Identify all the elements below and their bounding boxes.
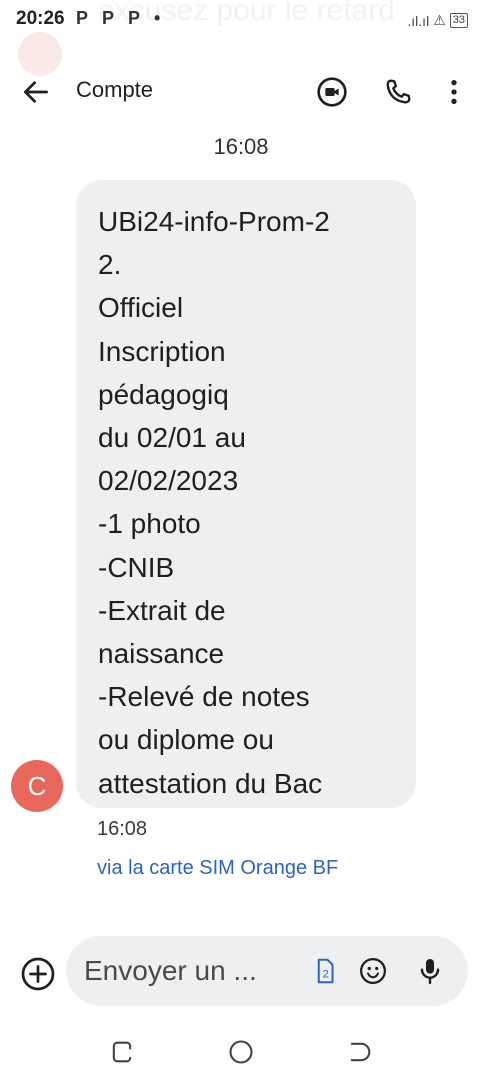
message-line: UBi24-info-Prom-2 — [98, 206, 330, 237]
message-line: naissance — [98, 638, 225, 670]
app-bar: Compte — [0, 64, 482, 120]
emoji-button[interactable] — [358, 956, 388, 986]
status-app-icons: P P P • — [76, 8, 160, 29]
status-app-icon: • — [154, 8, 161, 28]
message-time: 16:08 — [97, 818, 148, 840]
sim-card-icon: 2 — [317, 958, 334, 984]
video-call-button[interactable] — [316, 76, 348, 108]
message-line: 02/02/2023 — [98, 465, 239, 497]
compose-bar: 2 — [66, 936, 468, 1006]
back-button[interactable] — [20, 76, 52, 108]
nav-home-button[interactable] — [227, 1038, 255, 1066]
conversation-timestamp: 16:08 — [213, 134, 269, 159]
home-circle-icon — [229, 1040, 253, 1064]
sender-avatar[interactable]: C — [11, 760, 63, 812]
phone-icon — [386, 79, 411, 104]
message-line: 2. — [98, 249, 122, 281]
page-title: Compte — [76, 77, 154, 102]
nav-back-button[interactable] — [346, 1038, 374, 1066]
back-curve-icon — [350, 1042, 371, 1062]
arrow-left-icon — [24, 81, 48, 103]
message-line: Officiel — [98, 292, 184, 324]
message-line: attestation du Bac — [98, 767, 323, 799]
microphone-icon — [420, 959, 440, 985]
message-line: -Extrait de — [98, 594, 226, 626]
sim-number: 2 — [322, 968, 328, 980]
status-bar: excusez pour le retard 20:26 P P P • .ıl… — [0, 0, 482, 76]
message-line: pédagogiq — [98, 378, 229, 410]
message-line: -Relevé de notes — [98, 681, 310, 713]
navigation-bar — [0, 1026, 482, 1080]
status-time: 20:26 — [16, 8, 65, 29]
emoji-icon — [360, 958, 386, 984]
more-vertical-icon — [451, 80, 457, 104]
message-text: UBi24-info-Prom-2 2. Officiel Inscriptio… — [98, 200, 410, 805]
sim-select-button[interactable]: 2 — [310, 956, 340, 986]
message-line: du 02/01 au — [98, 422, 246, 454]
plus-circle-icon — [21, 957, 55, 991]
more-options-button[interactable] — [438, 76, 470, 108]
message-line: ou diplome ou — [98, 724, 274, 756]
voice-button[interactable] — [414, 954, 446, 988]
message-input[interactable] — [84, 954, 294, 988]
status-app-icon: P — [102, 8, 115, 28]
alert-icon: ⚠ — [433, 12, 446, 28]
recents-icon — [112, 1041, 132, 1063]
nav-recents-button[interactable] — [108, 1038, 136, 1066]
video-camera-icon — [317, 77, 347, 107]
battery-icon: 33 — [449, 13, 468, 28]
signal-icon: .ıl.ıl — [407, 12, 430, 29]
message-line: Inscription — [98, 335, 226, 367]
status-app-icon: P — [76, 8, 89, 28]
status-app-icon: P — [128, 8, 141, 28]
status-indicators: .ıl.ıl ⚠ 33 — [407, 12, 468, 29]
message-bubble[interactable]: UBi24-info-Prom-2 2. Officiel Inscriptio… — [76, 180, 416, 808]
message-line: -1 photo — [98, 508, 201, 540]
message-line: -CNIB — [98, 551, 175, 583]
attach-button[interactable] — [20, 956, 56, 992]
phone-call-button[interactable] — [382, 76, 414, 108]
sim-info: via la carte SIM Orange BF — [97, 857, 339, 879]
